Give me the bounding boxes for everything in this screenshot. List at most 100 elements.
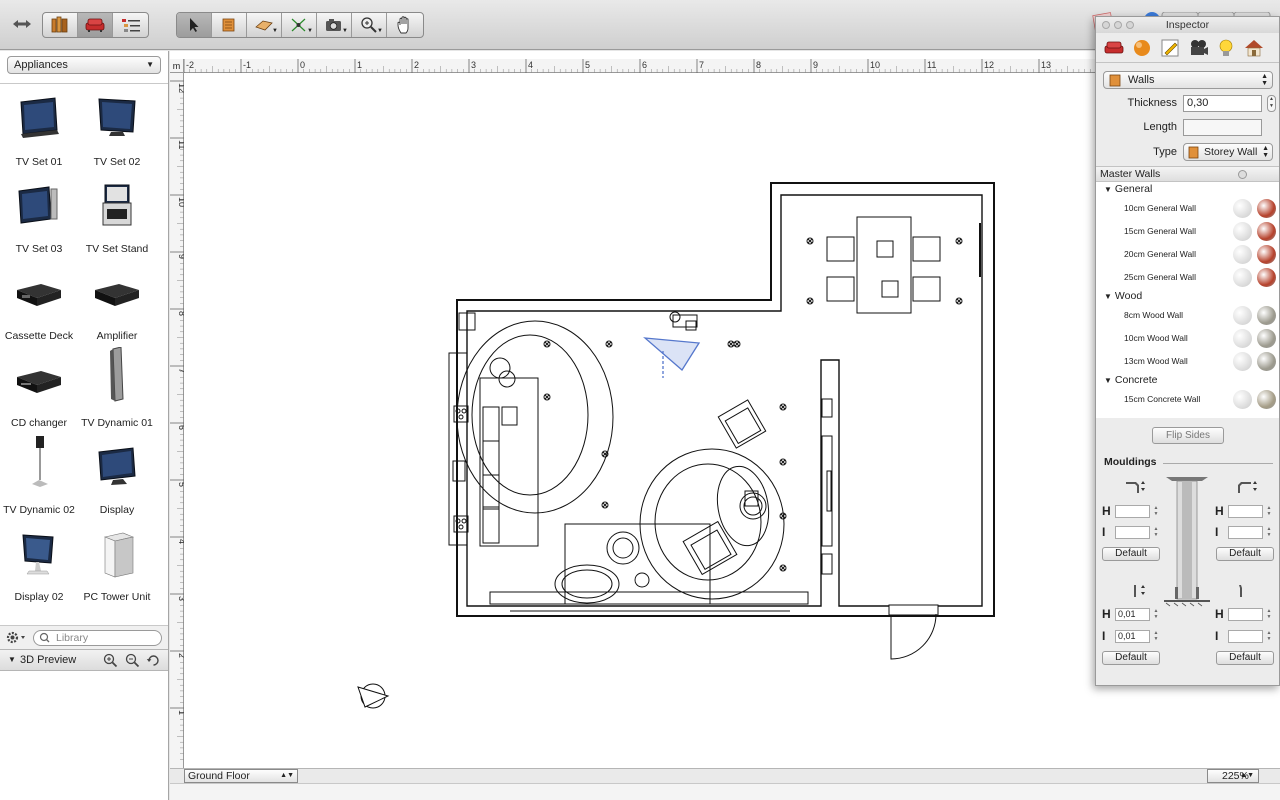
sofa-icon[interactable] [78, 13, 113, 37]
list-item[interactable]: 10cm General Wall [1096, 197, 1279, 220]
moulding-height-input[interactable] [1228, 608, 1263, 621]
light-fixture-cross [956, 298, 962, 304]
moulding-height-input[interactable]: 0,01 [1115, 608, 1150, 621]
wall-pen-icon[interactable] [212, 13, 247, 37]
chevron-down-icon: ▼ [146, 60, 154, 69]
dimension-tool-icon[interactable]: ▼ [282, 13, 317, 37]
library-item[interactable]: TV Set 03 [0, 171, 78, 257]
length-label: Length [1143, 121, 1177, 133]
zoom-button[interactable] [1126, 21, 1134, 29]
swap-arrows-icon[interactable] [12, 18, 32, 33]
list-item[interactable]: 15cm General Wall [1096, 220, 1279, 243]
object-type-select[interactable]: Walls ▲ ▼ [1103, 71, 1273, 89]
master-walls-label: Master Walls [1100, 168, 1161, 180]
library-item[interactable]: Amplifier [78, 258, 156, 344]
library-item[interactable]: TV Set 01 [0, 84, 78, 170]
zoom-icon[interactable]: ▼ [352, 13, 387, 37]
length-row: Length [1096, 119, 1280, 137]
default-button[interactable]: Default [1102, 651, 1160, 665]
library-books-icon[interactable] [43, 13, 78, 37]
library-item[interactable]: TV Dynamic 02 [0, 432, 78, 518]
moulding-height-input[interactable] [1228, 505, 1263, 518]
floor-tool-icon[interactable]: ▼ [247, 13, 282, 37]
minimize-button[interactable] [1114, 21, 1122, 29]
disclosure-triangle-icon[interactable]: ▼ [8, 655, 16, 664]
thickness-stepper[interactable]: ▲ ▼ [1267, 95, 1276, 112]
material-swatch [1257, 329, 1276, 348]
category-select[interactable]: Appliances ▼ [7, 56, 161, 74]
moulding-top-right-icon[interactable] [1236, 479, 1260, 498]
default-button[interactable]: Default [1216, 547, 1274, 561]
zoom-select[interactable]: 225% ▲▼ [1207, 769, 1259, 783]
house-icon[interactable] [1242, 36, 1266, 60]
library-item-label: TV Set 01 [15, 156, 63, 168]
pencil-icon[interactable] [1158, 36, 1182, 60]
wall-pen-icon [1188, 146, 1200, 162]
list-item[interactable]: 25cm General Wall [1096, 266, 1279, 289]
tv-set-icon [18, 186, 58, 224]
library-search-input[interactable]: Library [33, 630, 162, 646]
moulding-height-stepper[interactable]: ▲ ▼ [1266, 608, 1272, 621]
moulding-height-stepper[interactable]: ▲ ▼ [1266, 505, 1272, 518]
moulding-width-stepper[interactable]: ▲ ▼ [1266, 630, 1272, 643]
list-item[interactable]: 15cm Concrete Wall [1096, 388, 1279, 411]
moulding-width-input[interactable] [1228, 526, 1263, 539]
library-item[interactable]: Cassette Deck [0, 258, 78, 344]
list-view-icon[interactable] [113, 13, 148, 37]
group-header[interactable]: ▼ General [1096, 182, 1279, 197]
moulding-height-input[interactable] [1115, 505, 1150, 518]
moulding-width-input[interactable]: 0,01 [1115, 630, 1150, 643]
group-header[interactable]: ▼ Wood [1096, 289, 1279, 304]
camera-icon[interactable]: ▼ [317, 13, 352, 37]
hand-icon[interactable] [387, 13, 422, 37]
library-item-label: TV Set Stand [85, 243, 149, 255]
zoom-out-icon[interactable] [125, 653, 140, 671]
default-button[interactable]: Default [1216, 651, 1274, 665]
library-item[interactable]: Display [78, 432, 156, 518]
light-fixture-cross [602, 502, 608, 508]
length-input[interactable] [1183, 119, 1262, 136]
group-name: General [1114, 183, 1153, 195]
wall-section-diagram [1164, 477, 1210, 607]
cd-changer-icon [17, 371, 61, 393]
camera-light-icon[interactable] [1186, 36, 1210, 60]
moulding-bottom-left-icon[interactable] [1130, 583, 1150, 602]
moulding-bottom-right-icon[interactable] [1236, 583, 1256, 602]
sphere-material-icon[interactable] [1130, 36, 1154, 60]
moulding-width-stepper[interactable]: ▲ ▼ [1153, 526, 1159, 539]
flip-sides-button[interactable]: Flip Sides [1152, 427, 1224, 444]
library-item[interactable]: TV Dynamic 01 [78, 345, 156, 431]
moulding-width-input[interactable] [1115, 526, 1150, 539]
group-header[interactable]: ▼ Concrete [1096, 373, 1279, 388]
moulding-height-stepper[interactable]: ▲ ▼ [1153, 608, 1159, 621]
list-item[interactable]: 10cm Wood Wall [1096, 327, 1279, 350]
tv-set-icon [20, 97, 59, 138]
wall-type-select[interactable]: Storey Wall ▲ ▼ [1183, 143, 1273, 161]
sofa-icon[interactable] [1102, 36, 1126, 60]
rotate-view-icon[interactable] [146, 653, 161, 671]
bulb-icon[interactable] [1214, 36, 1238, 60]
list-item[interactable]: 13cm Wood Wall [1096, 350, 1279, 373]
master-walls-list[interactable]: ▼ General 10cm General Wall 15cm General … [1096, 182, 1279, 418]
thickness-input[interactable]: 0,30 [1183, 95, 1262, 112]
list-item[interactable]: 20cm General Wall [1096, 243, 1279, 266]
library-item[interactable]: CD changer [0, 345, 78, 431]
moulding-width-input[interactable] [1228, 630, 1263, 643]
library-item[interactable]: PC Tower Unit [78, 519, 156, 605]
close-button[interactable] [1102, 21, 1110, 29]
gear-icon[interactable] [6, 631, 28, 647]
list-item[interactable]: 8cm Wood Wall [1096, 304, 1279, 327]
zoom-in-icon[interactable] [103, 653, 118, 671]
library-item[interactable]: TV Set 02 [78, 84, 156, 170]
moulding-height-stepper[interactable]: ▲ ▼ [1153, 505, 1159, 518]
moulding-width-stepper[interactable]: ▲ ▼ [1153, 630, 1159, 643]
moulding-top-left-icon[interactable] [1124, 479, 1148, 498]
library-item[interactable]: Display 02 [0, 519, 78, 605]
sphere-icon [1233, 268, 1252, 287]
moulding-width-stepper[interactable]: ▲ ▼ [1266, 526, 1272, 539]
default-button[interactable]: Default [1102, 547, 1160, 561]
arrow-pointer-icon[interactable] [177, 13, 212, 37]
horizontal-scrollbar[interactable] [170, 783, 1280, 800]
floor-select[interactable]: Ground Floor ▲▼ [184, 769, 298, 783]
library-item[interactable]: TV Set Stand [78, 171, 156, 257]
